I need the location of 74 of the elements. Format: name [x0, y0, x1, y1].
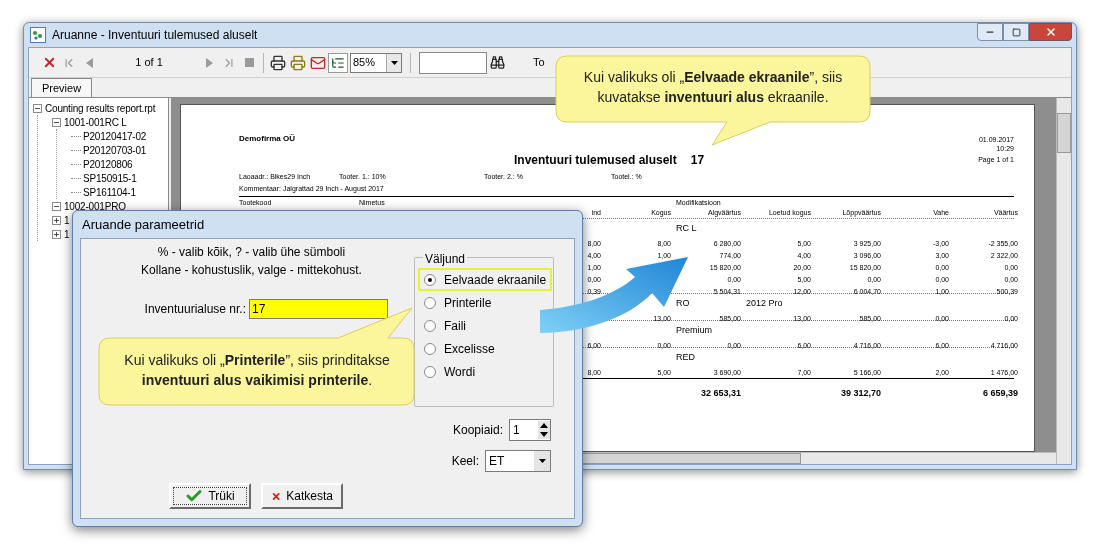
zoom-select[interactable]: 85%	[350, 52, 402, 73]
table-cell: 32 653,31	[700, 388, 741, 398]
tree-expander[interactable]	[52, 201, 61, 211]
tree-expander[interactable]	[52, 229, 61, 239]
page-indicator: 1 of 1	[134, 55, 164, 71]
tree-item[interactable]: SP150915-1	[83, 171, 137, 185]
tree-item[interactable]: 1001-001RC L	[64, 115, 127, 129]
preview-tab[interactable]: Preview	[31, 78, 93, 97]
maximize-button[interactable]	[1003, 23, 1029, 41]
tree-item[interactable]: P20120703-01	[83, 143, 147, 157]
radio-button[interactable]	[424, 273, 436, 286]
tree-item[interactable]: SP161104-1	[83, 185, 136, 199]
search-icon	[489, 55, 505, 70]
app-icon	[30, 27, 46, 43]
radio-button[interactable]	[424, 342, 436, 355]
window-title: Aruanne - Inventuuri tulemused aluselt	[52, 27, 258, 44]
dropdown-arrow-icon	[538, 459, 546, 463]
tree-icon	[331, 55, 345, 70]
group-label: Premium	[676, 326, 712, 335]
language-label: Keel:	[451, 453, 479, 470]
tree-item[interactable]: Counting results report.rpt	[45, 101, 156, 115]
radio-label[interactable]: Printerile	[444, 293, 492, 312]
radio-button[interactable]	[424, 365, 436, 378]
group-name: 2012 Pro	[746, 299, 783, 308]
tree-item[interactable]: P20120417-02	[83, 129, 147, 143]
minimize-button[interactable]	[977, 23, 1003, 41]
close-icon	[1044, 26, 1057, 38]
radio-button[interactable]	[424, 319, 436, 332]
close-button[interactable]	[1029, 23, 1072, 41]
tree-item[interactable]: P20120806	[83, 157, 133, 171]
radio-label[interactable]: Excelisse	[444, 339, 495, 358]
vertical-scrollbar[interactable]	[1056, 98, 1071, 464]
report-title: Inventuuri tulemused aluselt	[514, 153, 677, 166]
maximize-icon	[1011, 27, 1021, 37]
printer-icon	[270, 54, 286, 71]
search-field[interactable]	[419, 51, 487, 74]
callout: Kui valikuks oli „Eelvaade ekraanile”, siis kuvatakse inventuuri alus ekraanile.	[555, 55, 871, 147]
language-select[interactable]: ET	[485, 450, 551, 472]
toolbar-label: To	[533, 55, 545, 71]
group-label: RED	[676, 353, 695, 362]
spinner-arrows-icon	[538, 421, 550, 439]
inventory-number-field[interactable]: 17	[249, 299, 388, 319]
radio-label[interactable]: Wordi	[444, 362, 476, 381]
right-triangle-icon	[205, 57, 213, 68]
dialog-title: Aruande parameetrid	[82, 215, 205, 234]
table-cell: 6 659,39	[982, 388, 1018, 398]
print-button[interactable]: Trüki	[169, 483, 251, 509]
hint-text: Kollane - kohustuslik, valge - mittekohust.	[141, 262, 362, 279]
tree-expander[interactable]	[52, 215, 61, 225]
plus-icon	[53, 230, 60, 238]
hint-text: % - valib kõik, ? - valib ühe sümboli	[157, 244, 346, 261]
company-name: Demofirma OÜ	[239, 135, 295, 143]
dropdown-arrow-icon	[390, 60, 398, 65]
group-label: RO	[676, 299, 690, 308]
envelope-icon	[310, 54, 326, 71]
tree-expander[interactable]	[33, 103, 42, 113]
tree-item[interactable]: 1002-001PRO	[64, 199, 126, 213]
radio-label[interactable]: Faili	[444, 316, 466, 335]
cancel-button[interactable]: Katkesta	[261, 483, 343, 509]
group-label: RC L	[676, 224, 697, 233]
field-label: Inventuurialuse nr.:	[143, 301, 246, 318]
report-number: 17	[690, 153, 705, 166]
printer-icon	[290, 54, 306, 71]
tree-item[interactable]: 1	[64, 213, 70, 227]
copies-label: Koopiaid:	[452, 422, 503, 439]
tree-expander[interactable]	[52, 117, 61, 127]
group-tree-button[interactable]	[328, 52, 348, 73]
stop-icon	[244, 58, 254, 67]
left-triangle-icon	[85, 57, 93, 68]
table-cell: 39 312,70	[840, 388, 881, 398]
radio-button[interactable]	[424, 296, 436, 309]
plus-icon	[53, 216, 60, 224]
copies-spinbox[interactable]: 1	[509, 419, 551, 441]
tree-item[interactable]: 1	[64, 227, 70, 241]
